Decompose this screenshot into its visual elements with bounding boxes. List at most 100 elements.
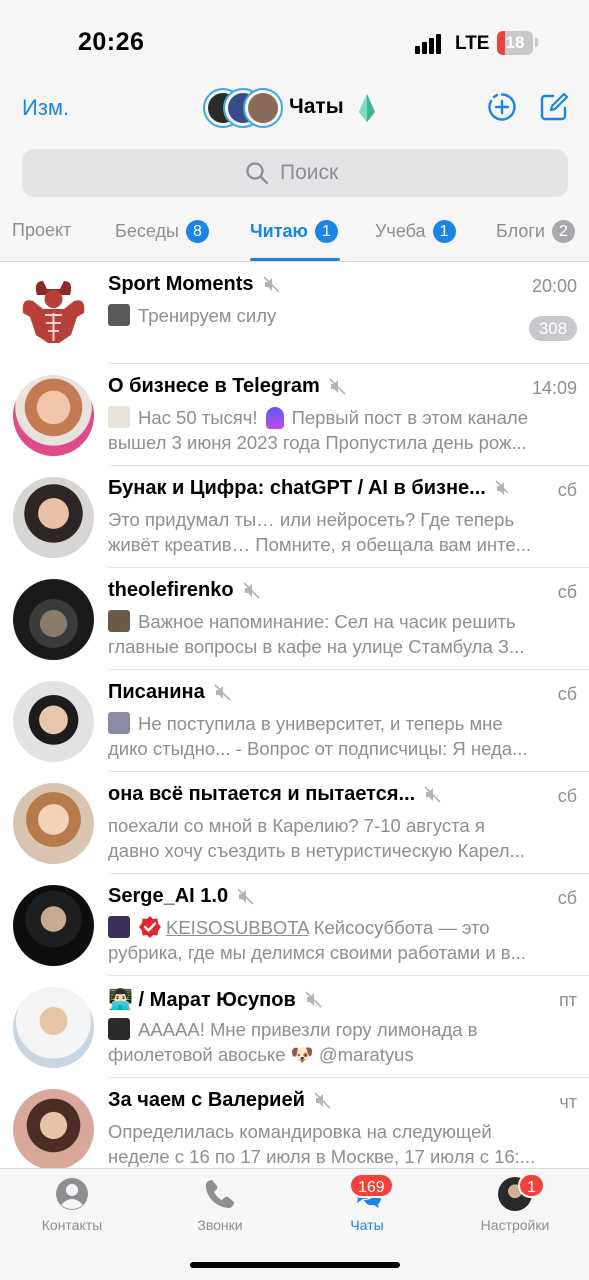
chat-title: За чаем с Валерией	[108, 1089, 331, 1112]
chat-name: 👨🏻‍💻 / Марат Юсупов	[108, 989, 296, 1011]
chat-preview: Определилась командировка на следующей н…	[108, 1119, 576, 1169]
chat-preview: Это придумал ты… или нейросеть? Где тепе…	[108, 507, 576, 557]
chat-row[interactable]: theolefirenko сб Важное напоминание: Сел…	[0, 568, 589, 670]
chat-name: Sport Moments	[108, 273, 254, 295]
tab-contacts[interactable]: Контакты	[12, 1169, 132, 1239]
page-title: Чаты	[289, 95, 344, 118]
dog-emoji-icon: 🐶	[290, 1044, 314, 1065]
tab-reading[interactable]: Читаю 1	[250, 220, 338, 243]
chat-row[interactable]: она всё пытается и пытается... сб поехал…	[0, 772, 589, 874]
chat-name: Бунак и Цифра: chatGPT / AI в бизне...	[108, 477, 486, 499]
preview-line: Определилась командировка на следующей	[108, 1121, 492, 1142]
search-field[interactable]: Поиск	[22, 149, 568, 197]
nav-bar: Изм. Чаты	[0, 86, 589, 132]
muted-icon	[262, 276, 280, 293]
preview-text: Первый пост в этом канале	[291, 407, 529, 428]
tab-conversations[interactable]: Беседы 8	[115, 220, 209, 243]
edit-button[interactable]: Изм.	[22, 95, 69, 121]
muted-icon	[495, 480, 508, 495]
chat-avatar	[13, 375, 94, 456]
phone-icon	[205, 1180, 234, 1208]
tab-blogs[interactable]: Блоги 2	[496, 220, 575, 243]
chat-preview: Не поступила в университет, и теперь мне…	[108, 711, 576, 761]
preview-line: Тренируем силу	[108, 303, 576, 328]
muted-icon	[305, 991, 322, 1008]
tab-chats[interactable]: Чаты 169	[307, 1169, 427, 1239]
home-indicator[interactable]	[190, 1262, 400, 1268]
image-thumbnail-icon	[108, 916, 130, 938]
chat-avatar	[13, 1089, 94, 1170]
chat-name: Serge_AI 1.0	[108, 885, 229, 907]
tab-label: Блоги	[496, 221, 545, 241]
chat-time: 20:00	[531, 276, 577, 296]
chat-avatar	[13, 885, 94, 966]
preview-text: Тренируем силу	[138, 305, 277, 326]
preview-line: Нас 50 тысяч! Первый пост в этом канале	[108, 405, 576, 430]
tab-label: Звонки	[197, 1217, 243, 1233]
image-thumbnail-icon	[108, 1018, 130, 1040]
chat-avatar	[13, 273, 94, 354]
tab-label: Чаты	[350, 1217, 384, 1233]
preview-text: Нас 50 тысяч!	[138, 407, 258, 428]
tab-calls[interactable]: Звонки	[160, 1169, 280, 1239]
unread-badge: 308	[529, 316, 577, 341]
chat-time: пт	[559, 990, 577, 1010]
chat-preview: Нас 50 тысяч! Первый пост в этом канале в…	[108, 405, 576, 455]
preview-line: KEISOSUBBOTA Кейсосуббота — это	[108, 915, 576, 940]
chats-unread-badge: 169	[349, 1173, 394, 1198]
tab-project[interactable]: Проект	[12, 220, 71, 241]
chat-row[interactable]: О бизнесе в Telegram 14:09 Нас 50 тысяч!…	[0, 364, 589, 466]
chat-time: сб	[557, 684, 577, 704]
chat-row[interactable]: За чаем с Валерией чт Определилась коман…	[0, 1078, 589, 1180]
story-avatar[interactable]	[243, 88, 283, 128]
preview-text: АААAA! Мне привезли гору лимонада в	[138, 1019, 478, 1040]
compose-icon[interactable]	[539, 92, 569, 122]
tab-label: Учеба	[375, 221, 426, 241]
chat-name: theolefirenko	[108, 579, 234, 601]
tab-label: Читаю	[250, 221, 308, 241]
chat-row[interactable]: Sport Moments 20:00 Тренируем силу 308	[0, 262, 589, 364]
chat-row[interactable]: Писанина сб Не поступила в университет, …	[0, 670, 589, 772]
chat-preview: Важное напоминание: Сел на часик решить …	[108, 609, 576, 659]
muted-icon	[314, 1092, 331, 1109]
preview-line: рубрика, где мы делимся своими работами …	[108, 942, 527, 963]
tab-study[interactable]: Учеба 1	[375, 220, 456, 243]
search-placeholder: Поиск	[280, 161, 339, 184]
muscle-mascot-icon	[22, 281, 85, 343]
new-story-icon[interactable]	[487, 92, 517, 122]
folder-tabs: Проект Беседы 8 Читаю 1 Учеба 1 Блоги 2	[0, 210, 589, 262]
preview-text: @maratyus	[318, 1044, 414, 1065]
stories-avatars[interactable]	[203, 88, 283, 128]
premium-heart-icon	[265, 407, 284, 429]
tab-count-badge: 1	[314, 220, 338, 243]
verified-badge-icon	[139, 916, 161, 938]
chat-name: она всё пытается и пытается...	[108, 783, 416, 805]
chat-row[interactable]: Serge_AI 1.0 сб KEISOSUBBOTA Кейсосуббот…	[0, 874, 589, 976]
video-thumbnail-icon	[108, 304, 130, 326]
tab-label: Проект	[12, 220, 72, 240]
chat-title: Писанина	[108, 681, 231, 704]
chat-title: Sport Moments	[108, 273, 280, 296]
chat-avatar	[13, 783, 94, 864]
chat-row[interactable]: Бунак и Цифра: chatGPT / AI в бизне... с…	[0, 466, 589, 568]
top-area: 20:26 LTE 18 Изм. Чаты Поиск Проект Бесе…	[0, 0, 589, 262]
tab-count-badge: 1	[432, 220, 456, 243]
chat-time: чт	[559, 1092, 577, 1112]
tab-count-badge: 8	[185, 220, 209, 243]
preview-line: неделе с 16 по 17 июля в Москве, 17 июля…	[108, 1146, 536, 1167]
tab-settings[interactable]: Настройки 1	[455, 1169, 575, 1239]
image-thumbnail-icon	[108, 406, 130, 428]
muted-icon	[243, 582, 260, 599]
chat-title: 👨🏻‍💻 / Марат Юсупов	[108, 987, 322, 1012]
status-bar: 20:26 LTE 18	[0, 0, 589, 88]
crystal-status-icon[interactable]	[357, 94, 377, 122]
search-icon	[246, 162, 269, 185]
preview-line: дико стыдно... - Вопрос от подписчицы: Я…	[108, 738, 528, 759]
chat-row[interactable]: 👨🏻‍💻 / Марат Юсупов пт АААAA! Мне привез…	[0, 976, 589, 1078]
chat-time: сб	[557, 888, 577, 908]
chat-title: Serge_AI 1.0	[108, 885, 254, 908]
preview-link: KEISOSUBBOTA	[166, 917, 309, 938]
muted-icon	[214, 684, 231, 701]
chat-preview: АААAA! Мне привезли гору лимонада в фиол…	[108, 1017, 576, 1067]
preview-text: Кейсосуббота — это	[313, 917, 490, 938]
